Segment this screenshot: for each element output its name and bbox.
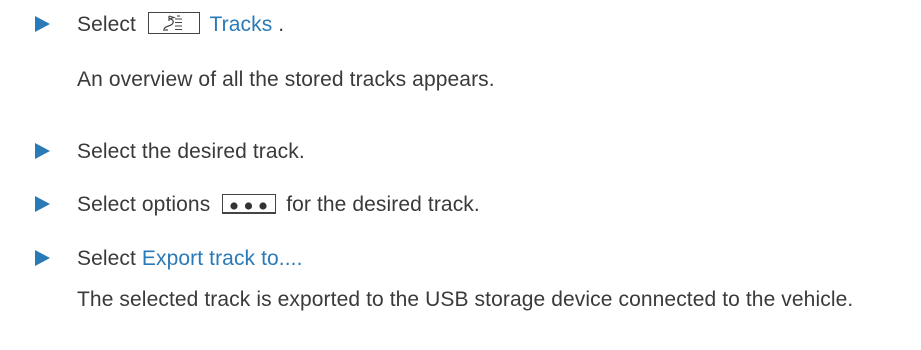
step-suffix: for the desired track.	[286, 193, 480, 216]
step-bullet-icon	[35, 250, 50, 266]
step-bullet-icon	[35, 16, 50, 32]
step-suffix: .	[272, 13, 285, 36]
tracks-menu-label: Tracks	[209, 13, 273, 36]
step-line: Select Export track to....	[77, 239, 303, 279]
step-line: Select options for the desired track.	[77, 185, 480, 225]
export-track-menu-label: Export track to....	[141, 247, 303, 270]
step-text: Select options	[77, 193, 211, 216]
step-select-options: Select options for the desired track.	[0, 185, 921, 225]
step-result: The selected track is exported to the US…	[77, 288, 854, 311]
step-text: Select	[77, 247, 142, 270]
step-select-track: Select the desired track.	[0, 132, 921, 172]
step-export-track: Select Export track to....	[0, 239, 921, 279]
track-route-icon	[147, 12, 200, 35]
step-result: An overview of all the stored tracks app…	[77, 68, 495, 91]
more-options-icon	[222, 194, 277, 215]
step-bullet-icon	[35, 196, 50, 212]
step-bullet-icon	[35, 143, 50, 159]
step-select-tracks: Select Tracks .	[0, 5, 921, 45]
step-line: Select Tracks .	[77, 5, 284, 45]
step-text: Select	[77, 13, 136, 36]
step-line: Select the desired track.	[77, 140, 305, 163]
